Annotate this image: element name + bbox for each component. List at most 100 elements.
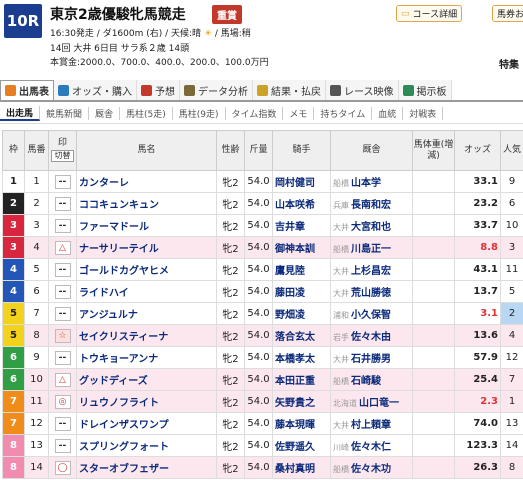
mark-selector[interactable]: -- [54, 174, 71, 189]
subtab-3[interactable]: 馬柱(5走) [120, 107, 173, 120]
betting-button[interactable]: 馬券お [492, 5, 523, 22]
jockey-name[interactable]: 御神本訓 [272, 236, 331, 259]
trainer-name[interactable]: 川崎 佐々木仁 [330, 434, 413, 457]
horse-name-link[interactable]: トウキョーアンナ [79, 354, 158, 365]
jockey-link[interactable]: 岡村健司 [275, 178, 315, 189]
jockey-name[interactable]: 吉井章 [272, 214, 331, 237]
mark-cell[interactable]: ◎ [48, 390, 77, 413]
table-row[interactable]: 3 4 △ ナーサリーテイル 牝2 54.0 御神本訓 船橋 川島正一 8.8 3 [2, 236, 523, 259]
jockey-link[interactable]: 藤本現暉 [275, 420, 315, 431]
trainer-name[interactable]: 船橋 石崎駿 [330, 368, 413, 391]
mark-cell[interactable]: -- [48, 280, 77, 303]
horse-name-link[interactable]: ドレインザスワンプ [79, 420, 169, 431]
horse-name[interactable]: ライドハイ [76, 280, 217, 303]
horse-name-link[interactable]: ゴールドカグヤヒメ [79, 266, 169, 277]
jockey-link[interactable]: 野畑凌 [275, 310, 305, 321]
table-row[interactable]: 4 6 -- ライドハイ 牝2 54.0 藤田凌 大井 荒山勝徳 13.7 5 [2, 280, 523, 303]
jockey-name[interactable]: 本橋孝太 [272, 346, 331, 369]
tab-odds[interactable]: オッズ・購入 [54, 80, 137, 100]
jockey-link[interactable]: 山本咲希 [275, 200, 315, 211]
trainer-name[interactable]: 兵庫 長南和宏 [330, 192, 413, 215]
mark-selector[interactable]: -- [54, 306, 71, 321]
trainer-name[interactable]: 大井 大宮和也 [330, 214, 413, 237]
mark-cell[interactable]: ◯ [48, 456, 77, 479]
mark-selector[interactable]: -- [54, 350, 71, 365]
tab-chart[interactable]: データ分析 [180, 80, 253, 100]
subtab-5[interactable]: タイム指数 [226, 107, 284, 120]
trainer-link[interactable]: 山口竜一 [359, 398, 399, 409]
trainer-name[interactable]: 大井 石井勝男 [330, 346, 413, 369]
mark-selector[interactable]: ◎ [54, 394, 71, 409]
table-row[interactable]: 7 11 ◎ リュウノフライト 牝2 54.0 矢野貴之 北海道 山口竜一 2.3 1 [2, 390, 523, 413]
table-row[interactable]: 7 12 -- ドレインザスワンプ 牝2 54.0 藤本現暉 大井 村上頼章 74.0 13 [2, 412, 523, 435]
mark-selector[interactable]: -- [54, 284, 71, 299]
jockey-name[interactable]: 岡村健司 [272, 170, 331, 193]
tab-coin[interactable]: 結果・払戻 [253, 80, 326, 100]
horse-name-link[interactable]: アンジュルナ [79, 310, 138, 321]
mark-cell[interactable]: -- [48, 302, 77, 325]
table-row[interactable]: 5 7 -- アンジュルナ 牝2 54.0 野畑凌 浦和 小久保智 3.1 2 [2, 302, 523, 325]
horse-name[interactable]: リュウノフライト [76, 390, 217, 413]
subtab-9[interactable]: 対戦表 [403, 107, 444, 120]
horse-name-link[interactable]: グッドディーズ [79, 376, 148, 387]
horse-name-link[interactable]: リュウノフライト [79, 398, 159, 409]
horse-name[interactable]: ゴールドカグヤヒメ [76, 258, 217, 281]
trainer-link[interactable]: 佐々木功 [351, 464, 391, 475]
trainer-link[interactable]: 小久保智 [351, 310, 391, 321]
trainer-link[interactable]: 大宮和也 [351, 222, 391, 233]
table-row[interactable]: 4 5 -- ゴールドカグヤヒメ 牝2 54.0 鷹見陸 大井 上杉昌宏 43.1 11 [2, 258, 523, 281]
horse-name[interactable]: アンジュルナ [76, 302, 217, 325]
jockey-name[interactable]: 落合玄太 [272, 324, 331, 347]
mark-selector[interactable]: -- [54, 262, 71, 277]
jockey-link[interactable]: 桑村真明 [275, 464, 315, 475]
table-row[interactable]: 1 1 -- カンターレ 牝2 54.0 岡村健司 船橋 山本学 33.1 9 [2, 170, 523, 193]
horse-name[interactable]: ファーマドール [76, 214, 217, 237]
subtab-2[interactable]: 厩舎 [89, 107, 121, 120]
subtab-0[interactable]: 出走馬 [0, 106, 41, 121]
mark-selector[interactable]: -- [54, 416, 71, 431]
horse-name-link[interactable]: ライドハイ [79, 288, 129, 299]
tab-target[interactable]: 予想 [137, 80, 180, 100]
mark-cell[interactable]: △ [48, 236, 77, 259]
horse-name[interactable]: ナーサリーテイル [76, 236, 217, 259]
horse-name-link[interactable]: カンターレ [79, 178, 129, 189]
jockey-link[interactable]: 藤田凌 [275, 288, 305, 299]
jockey-link[interactable]: 本田正重 [275, 376, 315, 387]
jockey-name[interactable]: 野畑凌 [272, 302, 331, 325]
mark-cell[interactable]: -- [48, 346, 77, 369]
jockey-link[interactable]: 吉井章 [275, 222, 305, 233]
jockey-name[interactable]: 鷹見陸 [272, 258, 331, 281]
mark-selector[interactable]: △ [54, 240, 71, 255]
jockey-name[interactable]: 桑村真明 [272, 456, 331, 479]
trainer-link[interactable]: 長南和宏 [351, 200, 391, 211]
mark-cell[interactable]: -- [48, 192, 77, 215]
mark-selector[interactable]: -- [54, 438, 71, 453]
trainer-name[interactable]: 船橋 川島正一 [330, 236, 413, 259]
mark-cell[interactable]: -- [48, 170, 77, 193]
horse-name-link[interactable]: ファーマドール [79, 222, 149, 233]
trainer-link[interactable]: 佐々木由 [351, 332, 391, 343]
trainer-link[interactable]: 上杉昌宏 [351, 266, 391, 277]
tab-video[interactable]: レース映像 [326, 80, 399, 100]
trainer-link[interactable]: 山本学 [351, 178, 381, 189]
trainer-link[interactable]: 荒山勝徳 [351, 288, 391, 299]
horse-name-link[interactable]: ナーサリーテイル [79, 244, 159, 255]
table-row[interactable]: 6 10 △ グッドディーズ 牝2 54.0 本田正重 船橋 石崎駿 25.4 7 [2, 368, 523, 391]
subtab-8[interactable]: 血統 [372, 107, 404, 120]
subtab-6[interactable]: メモ [283, 107, 315, 120]
trainer-link[interactable]: 川島正一 [351, 244, 391, 255]
horse-name[interactable]: グッドディーズ [76, 368, 217, 391]
subtab-7[interactable]: 持ちタイム [314, 107, 373, 120]
horse-name-link[interactable]: スプリングフォート [79, 442, 169, 453]
tab-list[interactable]: 出馬表 [0, 80, 54, 100]
jockey-link[interactable]: 本橋孝太 [275, 354, 315, 365]
trainer-name[interactable]: 大井 村上頼章 [330, 412, 413, 435]
jockey-name[interactable]: 矢野貴之 [272, 390, 331, 413]
jockey-link[interactable]: 矢野貴之 [275, 398, 315, 409]
tab-board[interactable]: 掲示板 [398, 80, 452, 100]
table-row[interactable]: 8 14 ◯ スターオブフェザー 牝2 54.0 桑村真明 船橋 佐々木功 26.3 8 [2, 456, 523, 479]
mark-cell[interactable]: -- [48, 434, 77, 457]
mark-cell[interactable]: ☆ [48, 324, 77, 347]
trainer-name[interactable]: 浦和 小久保智 [330, 302, 413, 325]
mark-selector[interactable]: -- [54, 218, 71, 233]
